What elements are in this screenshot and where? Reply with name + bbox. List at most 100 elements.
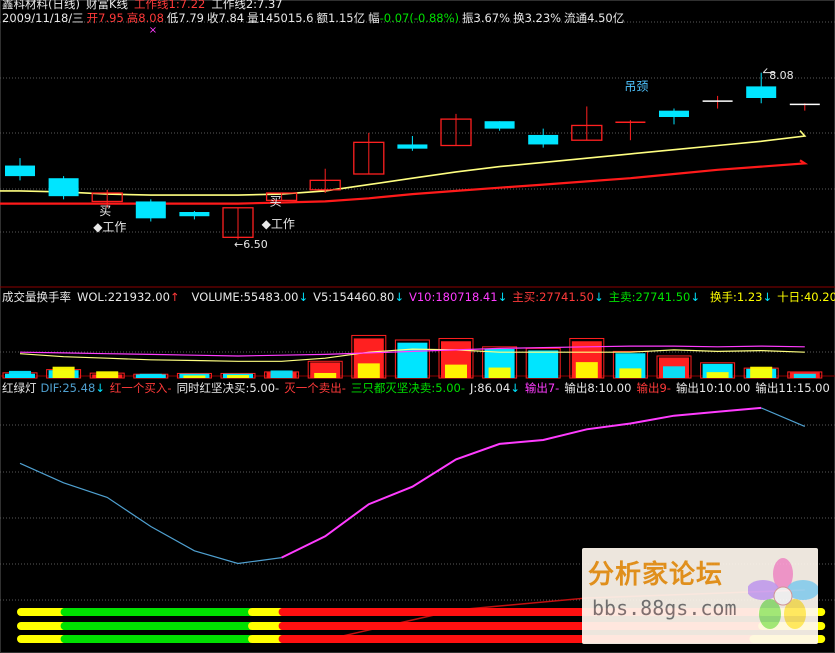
one-off-label: 灭一个卖出 (284, 381, 342, 395)
ten-day-value: 十日:40.20 (777, 290, 835, 304)
volume-label: 量 (247, 11, 259, 25)
volume-value-v: VOLUME:55483.00 (191, 290, 299, 304)
float-value: 4.50亿 (587, 11, 625, 25)
amount-label: 额 (316, 11, 328, 25)
out10-value: 输出10:10.00 (675, 381, 751, 395)
turnover-label: 换 (513, 11, 525, 25)
candle (179, 210, 210, 220)
candle (5, 158, 35, 181)
dash-3: - (341, 381, 346, 395)
quote-row: 2009/11/18/三 开7.95 高8.08 低7.79 收7.84 量145015.… (2, 11, 627, 25)
turn-arrow-icon: ↓ (762, 290, 773, 304)
candle (659, 108, 689, 125)
buy-annotation: 买 (270, 195, 282, 209)
candle-body (135, 201, 166, 219)
ma-yellow-line (0, 130, 807, 196)
formula-value-b: 工作线2:7.37 (211, 0, 283, 11)
low-value: 7.79 (178, 11, 204, 25)
change-label: 幅 (368, 11, 380, 25)
open-value: 7.95 (98, 11, 124, 25)
j-arrow-icon: ↓ (510, 381, 520, 395)
low-price-annotation: ←6.50 (234, 238, 268, 251)
turnover-bar (227, 375, 249, 378)
close-value: 7.84 (218, 11, 245, 25)
candle-body (659, 110, 689, 117)
stock-title: 鑫科材料(日线) (2, 0, 80, 11)
flower-logo-icon (748, 558, 818, 629)
candle-body (5, 165, 35, 177)
close-label: 收 (207, 11, 219, 25)
candle (702, 95, 733, 109)
turnover-value: 3.23% (524, 11, 562, 25)
light-band-segment (17, 622, 67, 630)
turnover-bar (575, 362, 598, 378)
turnover-bar (619, 368, 642, 378)
work-annotation: ◆工作 (93, 220, 126, 234)
three-off-label: 三只都灭坚决卖:5.00 (350, 381, 461, 395)
dash-6: - (666, 381, 671, 395)
formula-name: 财富K线 (85, 0, 129, 11)
candle (353, 132, 385, 175)
candle (615, 120, 646, 141)
main-buy-value: 主买:27741.50 (512, 290, 594, 304)
turnover-bar (183, 375, 206, 378)
dash-2: - (275, 381, 280, 395)
turnover-bar (401, 368, 424, 378)
indicator-name: 红绿灯 (2, 381, 37, 395)
turnover-bar (357, 363, 380, 378)
quote-date: 2009/11/18/三 (2, 11, 84, 25)
candle-body (484, 121, 515, 129)
marker-icon: × (149, 25, 157, 36)
candle (48, 176, 79, 200)
high-label: 高 (126, 11, 139, 25)
v5-value: V5:154460.80 (313, 290, 395, 304)
hanging-man-annotation: 吊颈 (624, 80, 648, 94)
amount-value: 1.15亿 (327, 11, 366, 25)
turnover-bar (139, 373, 162, 378)
v5-arrow-icon: ↓ (394, 290, 404, 304)
high-value: 8.08 (138, 11, 164, 25)
turnover-bar (270, 370, 293, 378)
change-value: -0.07(-0.88%) (379, 11, 460, 25)
turnover-bar (96, 371, 119, 378)
low-label: 低 (166, 11, 179, 25)
ma-red-line (0, 159, 809, 205)
candle-body (746, 86, 777, 98)
turnover-rate-value: 换手:1.23 (709, 290, 763, 304)
candle-body (179, 212, 210, 217)
formula-value-a: 工作线1:7.22 (134, 0, 206, 11)
dash-1: - (167, 381, 172, 395)
candle (222, 207, 254, 240)
turnover-bar (9, 370, 31, 378)
light-band-segment (17, 608, 67, 616)
forum-watermark: 分析家论坛 bbs.88gs.com (582, 548, 818, 644)
dash-5: - (555, 381, 560, 395)
work-annotation: ◆工作 (262, 217, 295, 231)
out11-value: 输出11:15.00 (755, 381, 830, 395)
float-label: 流通 (564, 11, 588, 25)
high-price-annotation: 8.08 (769, 69, 794, 82)
volume-arrow-icon: ↓ (298, 290, 309, 304)
amplitude-value: 3.67% (473, 11, 511, 25)
volume-header: 成交量换手率 WOL:221932.00↑ VOLUME:55483.00↓ V5:1… (2, 290, 835, 304)
candle-body (397, 144, 428, 149)
volume-panel-name: 成交量换手率 (2, 290, 71, 304)
candle (440, 113, 472, 147)
dash-4: - (460, 381, 465, 395)
dif-line-tail (760, 407, 806, 427)
volume-value: 145015.6 (258, 11, 314, 25)
buy-arrow-icon: ↓ (593, 290, 604, 304)
candle (135, 199, 166, 222)
turnover-bar (793, 373, 816, 378)
candle (309, 168, 341, 193)
out9-label: 输出9 (636, 381, 667, 395)
candle-body (528, 134, 559, 145)
out7-label: 输出7 (524, 381, 556, 395)
turnover-bar (532, 368, 555, 378)
dif-value: DIF:25.48 (40, 381, 96, 395)
light-band-segment (60, 622, 255, 630)
j-value: J:86.04 (470, 381, 511, 395)
candle (571, 106, 603, 141)
turnover-bar (52, 366, 75, 378)
turnover-bar (663, 366, 685, 378)
